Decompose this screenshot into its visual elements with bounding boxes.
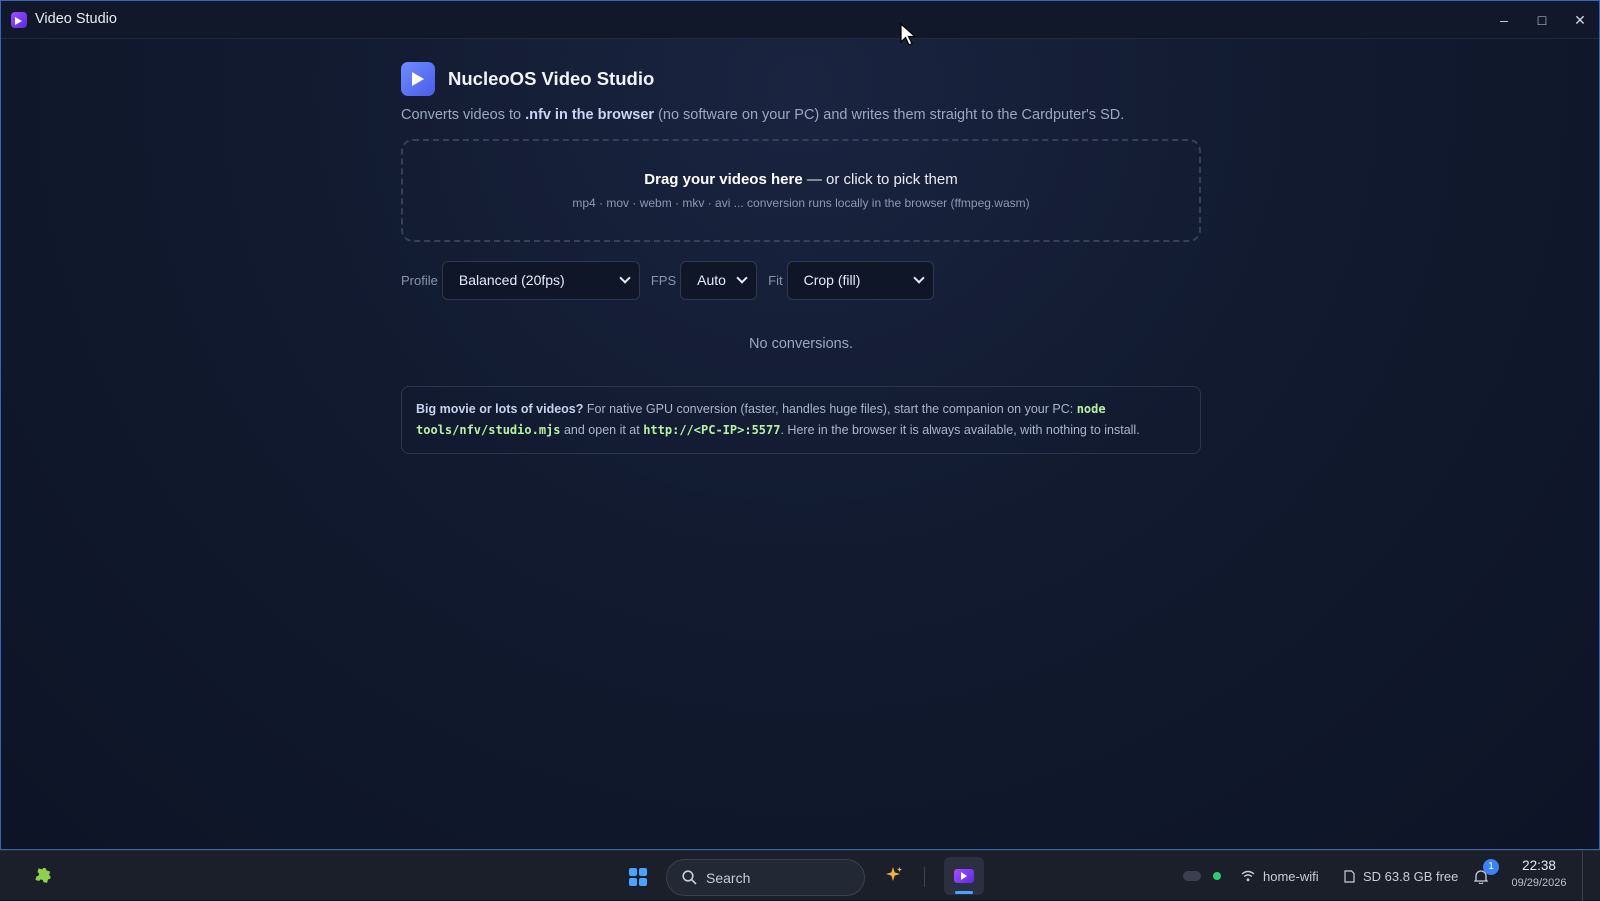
sparkle-icon[interactable] (885, 866, 903, 884)
profile-label: Profile (401, 272, 438, 288)
chevron-down-icon (912, 271, 925, 284)
start-tile (629, 878, 637, 886)
storage-free: SD 63.8 GB free (1363, 868, 1459, 884)
info-text-3: . Here in the browser it is always avail… (780, 423, 1140, 437)
window-controls: – □ ✕ (1485, 1, 1599, 39)
search-icon (682, 870, 697, 885)
close-icon: ✕ (1574, 11, 1586, 28)
dropzone-rest: — or click to pick them (802, 171, 958, 188)
taskbar-video-studio-button[interactable] (944, 857, 984, 895)
toggle-icon (1183, 871, 1201, 881)
minimize-button[interactable]: – (1485, 1, 1523, 39)
companion-info-box: Big movie or lots of videos? For native … (401, 386, 1201, 454)
fit-select[interactable]: Crop (fill) (786, 260, 934, 300)
clock-date: 09/29/2026 (1511, 877, 1567, 889)
search-label: Search (706, 869, 751, 886)
taskbar-search[interactable]: Search (666, 859, 865, 896)
app-header: NucleoOS Video Studio (401, 62, 1201, 96)
sd-card-icon (1344, 869, 1355, 883)
taskbar-divider (924, 867, 925, 887)
video-studio-app-icon (11, 12, 27, 28)
taskbar: Search home-wifi SD 63.8 GB free 1 22:38… (0, 850, 1600, 901)
fps-value: Auto (697, 272, 726, 288)
play-logo-icon (401, 62, 435, 96)
start-tile (629, 868, 637, 876)
wifi-icon (1241, 870, 1255, 882)
maximize-button[interactable]: □ (1523, 1, 1561, 39)
info-text-2: and open it at (560, 423, 644, 437)
fit-label: Fit (768, 272, 783, 288)
window-title: Video Studio (35, 11, 117, 27)
system-clock[interactable]: 22:38 09/29/2026 (1505, 858, 1573, 889)
app-window: Video Studio – □ ✕ NucleoOS Video Studio… (0, 0, 1600, 850)
main-content: NucleoOS Video Studio Converts videos to… (401, 62, 1201, 454)
subtitle-post: (no software on your PC) and writes them… (654, 107, 1125, 123)
show-desktop-button[interactable] (1582, 851, 1583, 901)
dropzone-formats: mp4 · mov · webm · mkv · avi ... convers… (572, 196, 1030, 210)
fps-select[interactable]: Auto (680, 260, 758, 300)
info-lead: Big movie or lots of videos? (416, 402, 584, 416)
tray-toggle[interactable] (1183, 851, 1201, 901)
chevron-down-icon (736, 271, 748, 284)
companion-url: http://<PC-IP>:5577 (643, 423, 781, 437)
start-menu-button[interactable] (629, 868, 647, 886)
clock-time: 22:38 (1522, 858, 1556, 873)
dropzone-bold: Drag your videos here (644, 171, 803, 188)
start-tile (639, 868, 647, 876)
close-button[interactable]: ✕ (1561, 1, 1599, 39)
subtitle-bold: .nfv in the browser (525, 107, 655, 123)
info-text-1: For native GPU conversion (faster, handl… (583, 402, 1077, 416)
fit-value: Crop (fill) (803, 272, 861, 288)
active-app-indicator (955, 891, 973, 894)
page-title: NucleoOS Video Studio (448, 68, 655, 89)
profile-value: Balanced (20fps) (458, 272, 565, 288)
app-description: Converts videos to .nfv in the browser (… (401, 107, 1201, 123)
fps-label: FPS (650, 272, 677, 288)
minimize-icon: – (1500, 12, 1508, 28)
start-tile (639, 878, 647, 886)
wifi-name: home-wifi (1263, 868, 1319, 884)
status-indicator (1213, 851, 1221, 901)
video-studio-icon (954, 869, 974, 883)
notification-count-badge: 1 (1483, 859, 1499, 875)
puzzle-widget-icon[interactable] (34, 865, 54, 885)
chevron-down-icon (619, 271, 631, 284)
storage-status[interactable]: SD 63.8 GB free (1344, 851, 1458, 901)
wifi-status[interactable]: home-wifi (1241, 851, 1319, 901)
dropzone-instruction: Drag your videos here — or click to pick… (403, 171, 1199, 188)
notifications-button[interactable] (1474, 851, 1488, 901)
video-dropzone[interactable]: Drag your videos here — or click to pick… (401, 139, 1201, 242)
conversion-controls: Profile Balanced (20fps) FPS Auto Fit Cr… (401, 260, 1201, 300)
status-dot-icon (1213, 872, 1221, 880)
profile-select[interactable]: Balanced (20fps) (441, 260, 640, 300)
subtitle-pre: Converts videos to (401, 107, 526, 123)
title-bar[interactable]: Video Studio – □ ✕ (1, 1, 1599, 39)
conversions-empty-state: No conversions. (749, 336, 853, 352)
maximize-icon: □ (1537, 12, 1547, 28)
